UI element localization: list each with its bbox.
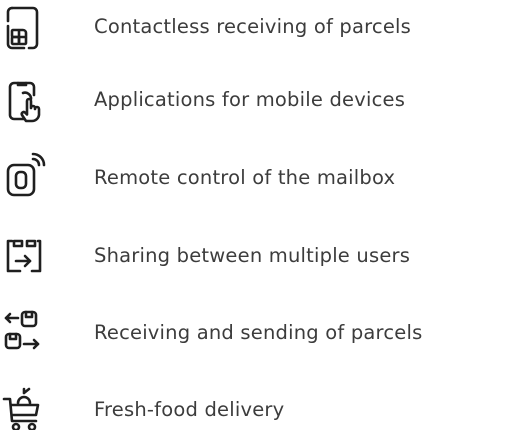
feature-label: Receiving and sending of parcels: [94, 321, 423, 344]
feature-label: Sharing between multiple users: [94, 244, 411, 267]
feature-item-sharing: Sharing between multiple users: [0, 229, 510, 289]
feature-item-receiving-sending: Receiving and sending of parcels: [0, 306, 510, 366]
tablet-grid-icon: [0, 0, 48, 60]
feature-item-mobile-apps: Applications for mobile devices: [0, 73, 510, 133]
mailbox-signal-icon: [0, 151, 48, 211]
feature-label: Remote control of the mailbox: [94, 166, 396, 189]
feature-label: Applications for mobile devices: [94, 88, 406, 111]
mailbox-exchange-icon: [0, 306, 48, 366]
feature-list: Contactless receiving of parcels Applica…: [0, 0, 510, 430]
feature-label: Contactless receiving of parcels: [94, 15, 412, 38]
phone-touch-icon: [0, 73, 48, 133]
feature-item-remote-control: Remote control of the mailbox: [0, 151, 510, 211]
food-basket-icon: [0, 383, 48, 430]
share-arrow-icon: [0, 229, 48, 289]
feature-item-contactless: Contactless receiving of parcels: [0, 0, 510, 60]
feature-item-fresh-food: Fresh-food delivery: [0, 383, 510, 430]
feature-label: Fresh-food delivery: [94, 398, 285, 421]
